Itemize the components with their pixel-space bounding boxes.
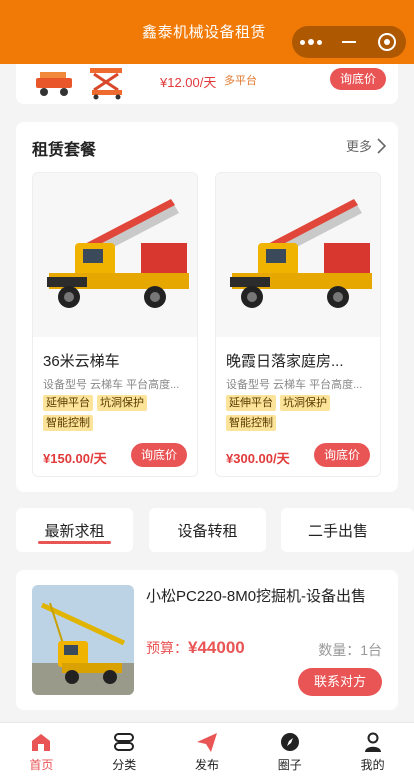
tab-latest-rental[interactable]: 最新求租 (16, 508, 133, 552)
nav-label: 圈子 (277, 757, 302, 772)
ask-price-button[interactable]: 询底价 (131, 443, 187, 467)
page-title: 鑫泰机械设备租赁 (141, 23, 266, 41)
feature-tag: 智能控制 (226, 415, 276, 431)
strip-tag: 多平台 (224, 75, 257, 87)
tag-list: 延伸平台 坑洞保护 智能控制 (226, 395, 376, 431)
truck-image (216, 173, 380, 337)
navigation-bar: 鑫泰机械设备租赁 (0, 0, 414, 64)
strip-price: ¥12.00/天 (160, 75, 217, 90)
package-card[interactable]: 晚霞日落家庭房... 设备型号 云梯车 平台高度... 延伸平台 坑洞保护 智能… (215, 172, 381, 477)
product-strip[interactable]: ¥12.00/天 多平台 询底价 (16, 58, 398, 104)
feature-tag: 延伸平台 (43, 395, 93, 411)
listing-quantity: 数量：1台 (318, 642, 382, 658)
ask-price-button[interactable]: 询底价 (314, 443, 370, 467)
feature-tag: 智能控制 (43, 415, 93, 431)
category-icon (114, 732, 135, 751)
mini-program-capsule (292, 26, 406, 58)
card-name: 晚霞日落家庭房... (226, 353, 344, 370)
nav-circle[interactable]: 圈子 (248, 723, 331, 780)
home-icon (32, 733, 51, 751)
card-price: ¥150.00/天 (43, 451, 107, 466)
tab-equipment-sublease[interactable]: 设备转租 (149, 508, 266, 552)
minus-icon (342, 41, 356, 43)
feature-tag: 坑洞保护 (280, 395, 330, 411)
close-mini-program-button[interactable] (368, 26, 406, 58)
target-icon (378, 33, 396, 51)
chevron-right-icon (377, 137, 386, 154)
card-price: ¥300.00/天 (226, 451, 290, 466)
nav-category[interactable]: 分类 (83, 723, 166, 780)
user-icon (364, 732, 381, 752)
nav-label: 首页 (29, 757, 54, 772)
more-link[interactable]: 更多 (346, 136, 386, 155)
compass-icon (280, 732, 299, 751)
listing-title: 小松PC220-8M0挖掘机-设备出售 (146, 588, 367, 605)
category-tabs: 最新求租 设备转租 二手出售 (16, 508, 414, 552)
package-card[interactable]: 36米云梯车 设备型号 云梯车 平台高度... 延伸平台 坑洞保护 智能控制 ¥… (32, 172, 198, 477)
nav-home[interactable]: 首页 (0, 723, 83, 780)
rental-package-section: 租赁套餐 更多 36米云梯车 设备型号 云梯车 平台高度... 延伸平台 坑洞保… (16, 122, 398, 492)
bottom-tab-bar: 首页 分类 发布 圈子 我的 (0, 722, 414, 780)
card-name: 36米云梯车 (43, 353, 120, 370)
ask-price-button[interactable]: 询底价 (329, 68, 386, 90)
card-spec: 设备型号 云梯车 平台高度... (226, 379, 363, 391)
more-label: 更多 (345, 139, 372, 154)
budget-label: 预算： (146, 640, 188, 656)
nav-label: 我的 (360, 757, 385, 772)
equipment-image (36, 68, 122, 100)
more-dots-icon (300, 39, 322, 45)
tag-list: 延伸平台 坑洞保护 智能控制 (43, 395, 193, 431)
feature-tag: 延伸平台 (226, 395, 276, 411)
contact-button[interactable]: 联系对方 (298, 668, 382, 696)
nav-mine[interactable]: 我的 (331, 723, 414, 780)
card-spec: 设备型号 云梯车 平台高度... (43, 379, 180, 391)
section-title: 租赁套餐 (32, 142, 97, 159)
budget-value: ¥44000 (188, 638, 245, 657)
send-icon (196, 732, 217, 752)
feature-tag: 坑洞保护 (97, 395, 147, 411)
truck-image (33, 173, 197, 337)
nav-publish[interactable]: 发布 (166, 723, 249, 780)
listing-item[interactable]: 小松PC220-8M0挖掘机-设备出售 预算：¥44000 数量：1台 联系对方 (16, 570, 398, 710)
tab-second-hand[interactable]: 二手出售 (281, 508, 414, 552)
listing-image (32, 585, 134, 695)
nav-label: 分类 (112, 757, 137, 772)
minimize-button[interactable] (330, 26, 368, 58)
more-menu-button[interactable] (292, 26, 330, 58)
listing-budget: 预算：¥44000 (146, 638, 245, 658)
nav-label: 发布 (194, 757, 219, 772)
